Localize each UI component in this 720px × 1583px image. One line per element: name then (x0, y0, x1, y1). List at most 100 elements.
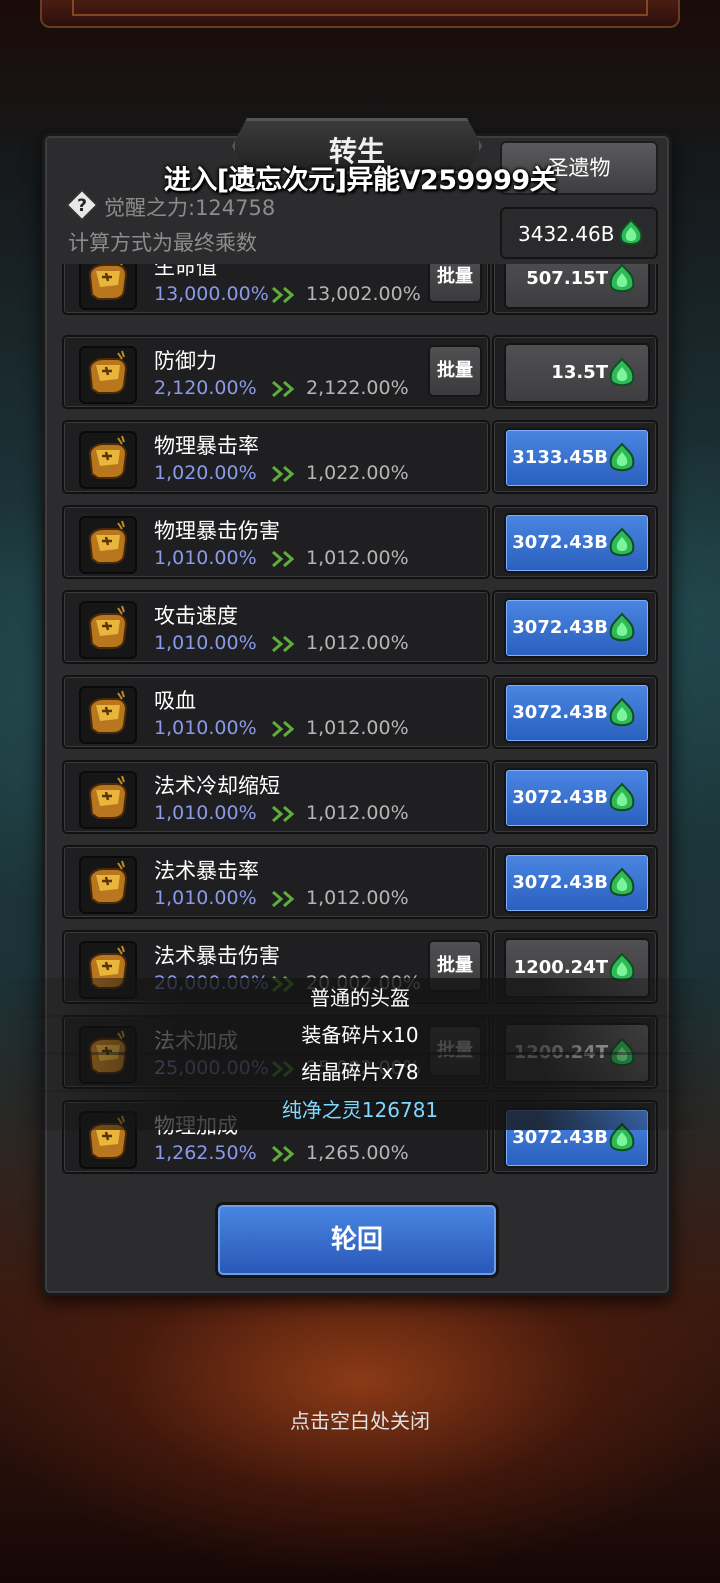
double-arrow-icon (271, 719, 297, 739)
double-arrow-icon (271, 804, 297, 824)
close-hint[interactable]: 点击空白处关闭 (0, 1405, 720, 1434)
upgrade-button[interactable]: 3072.43B (504, 768, 650, 828)
upgrade-info: 攻击速度 1,010.00% 1,012.00% (62, 590, 490, 664)
cost-value: 3072.43B (512, 1127, 608, 1148)
upgrade-cost-cell: 3072.43B (492, 760, 658, 834)
upgrade-cost-cell: 3072.43B (492, 505, 658, 579)
current-value: 1,010.00% (154, 717, 257, 739)
cost-value: 3072.43B (512, 617, 608, 638)
green-gem-icon (604, 696, 640, 732)
svg-text:?: ? (77, 196, 87, 216)
batch-button[interactable]: 批量 (428, 264, 482, 303)
green-gem-icon (604, 781, 640, 817)
upgrade-button[interactable]: 3072.43B (504, 853, 650, 913)
cost-value: 3072.43B (512, 872, 608, 893)
upgrade-row: 防御力 2,120.00% 2,122.00% 批量 13.5T (62, 335, 658, 411)
upgrade-button[interactable]: 3133.45B (504, 428, 650, 488)
upgrade-info: 法术暴击率 1,010.00% 1,012.00% (62, 845, 490, 919)
upgrade-button[interactable]: 3072.43B (504, 513, 650, 573)
upgrade-button[interactable]: 507.15T (504, 264, 650, 309)
double-arrow-icon (271, 634, 297, 654)
green-gem-icon (619, 218, 643, 246)
current-value: 1,262.50% (154, 1142, 257, 1164)
cost-value: 507.15T (526, 268, 608, 289)
current-value: 2,120.00% (154, 377, 257, 399)
cost-value: 3072.43B (512, 702, 608, 723)
double-arrow-icon (271, 549, 297, 569)
fist-rune-icon (78, 855, 138, 915)
upgrade-cost-cell: 13.5T (492, 335, 658, 409)
current-value: 1,010.00% (154, 802, 257, 824)
double-arrow-icon (271, 1144, 297, 1164)
cost-value: 3072.43B (512, 787, 608, 808)
upgrade-info: 生命值 13,000.00% 13,002.00% 批量 (62, 264, 490, 315)
upgrade-row: 生命值 13,000.00% 13,002.00% 批量 507.15T (62, 264, 658, 317)
upgrade-button[interactable]: 3072.43B (504, 683, 650, 743)
upgrade-row: 吸血 1,010.00% 1,012.00% 3072.43B (62, 675, 658, 751)
cost-value: 1200.24T (513, 957, 608, 978)
calculation-note: 计算方式为最终乘数 (68, 231, 257, 255)
reward-toast: 纯净之灵126781 (0, 1090, 720, 1130)
upgrade-label: 物理暴击伤害 (154, 519, 280, 543)
next-value: 1,012.00% (306, 632, 409, 654)
next-value: 2,122.00% (306, 377, 409, 399)
upgrade-row: 物理暴击伤害 1,010.00% 1,012.00% 3072.43B (62, 505, 658, 581)
fist-rune-icon (78, 600, 138, 660)
current-value: 13,000.00% (154, 283, 269, 305)
upgrade-label: 吸血 (154, 689, 196, 713)
upgrade-row: 法术暴击率 1,010.00% 1,012.00% 3072.43B (62, 845, 658, 921)
entry-banner: 进入[遗忘次元]异能V259999关 (163, 165, 557, 196)
next-value: 1,012.00% (306, 547, 409, 569)
fist-rune-icon (78, 345, 138, 405)
upgrade-button[interactable]: 13.5T (504, 343, 650, 403)
next-value: 1,012.00% (306, 717, 409, 739)
reward-toast: 装备碎片x10 (0, 1015, 720, 1055)
reward-toast: 普通的头盔 (0, 978, 720, 1018)
top-frame (40, 0, 680, 28)
reincarnate-button[interactable]: 轮回 (215, 1202, 499, 1278)
currency-value: 3432.46B (518, 222, 615, 246)
double-arrow-icon (271, 285, 297, 305)
reward-toast: 结晶碎片x78 (0, 1052, 720, 1092)
next-value: 1,022.00% (306, 462, 409, 484)
double-arrow-icon (271, 464, 297, 484)
upgrade-cost-cell: 3072.43B (492, 675, 658, 749)
upgrade-info: 防御力 2,120.00% 2,122.00% 批量 (62, 335, 490, 409)
green-gem-icon (604, 611, 640, 647)
double-arrow-icon (271, 889, 297, 909)
upgrade-cost-cell: 3133.45B (492, 420, 658, 494)
current-value: 1,010.00% (154, 632, 257, 654)
upgrade-cost-cell: 3072.43B (492, 590, 658, 664)
double-arrow-icon (271, 379, 297, 399)
current-value: 1,010.00% (154, 547, 257, 569)
upgrade-cost-cell: 3072.43B (492, 845, 658, 919)
fist-rune-icon (78, 685, 138, 745)
green-gem-icon (604, 264, 640, 298)
upgrade-button[interactable]: 3072.43B (504, 598, 650, 658)
upgrade-label: 法术暴击率 (154, 859, 259, 883)
current-value: 1,010.00% (154, 887, 257, 909)
upgrade-label: 防御力 (154, 349, 217, 373)
upgrade-info: 吸血 1,010.00% 1,012.00% (62, 675, 490, 749)
upgrade-cost-cell: 507.15T (492, 264, 658, 315)
upgrade-row: 物理暴击率 1,020.00% 1,022.00% 3133.45B (62, 420, 658, 496)
fist-rune-icon (78, 770, 138, 830)
upgrade-label: 法术冷却缩短 (154, 774, 280, 798)
cost-value: 3133.45B (512, 447, 608, 468)
fist-rune-icon (78, 515, 138, 575)
fist-rune-icon (78, 264, 138, 311)
next-value: 13,002.00% (306, 283, 421, 305)
batch-button[interactable]: 批量 (428, 345, 482, 397)
next-value: 1,265.00% (306, 1142, 409, 1164)
green-gem-icon (604, 866, 640, 902)
green-gem-icon (604, 441, 640, 477)
upgrade-label: 攻击速度 (154, 604, 238, 628)
next-value: 1,012.00% (306, 802, 409, 824)
upgrade-info: 物理暴击伤害 1,010.00% 1,012.00% (62, 505, 490, 579)
green-gem-icon (604, 356, 640, 392)
upgrade-info: 物理暴击率 1,020.00% 1,022.00% (62, 420, 490, 494)
cost-value: 13.5T (551, 362, 608, 383)
currency-display: 3432.46B (500, 207, 658, 259)
upgrade-row: 法术冷却缩短 1,010.00% 1,012.00% 3072.43B (62, 760, 658, 836)
upgrade-info: 法术冷却缩短 1,010.00% 1,012.00% (62, 760, 490, 834)
